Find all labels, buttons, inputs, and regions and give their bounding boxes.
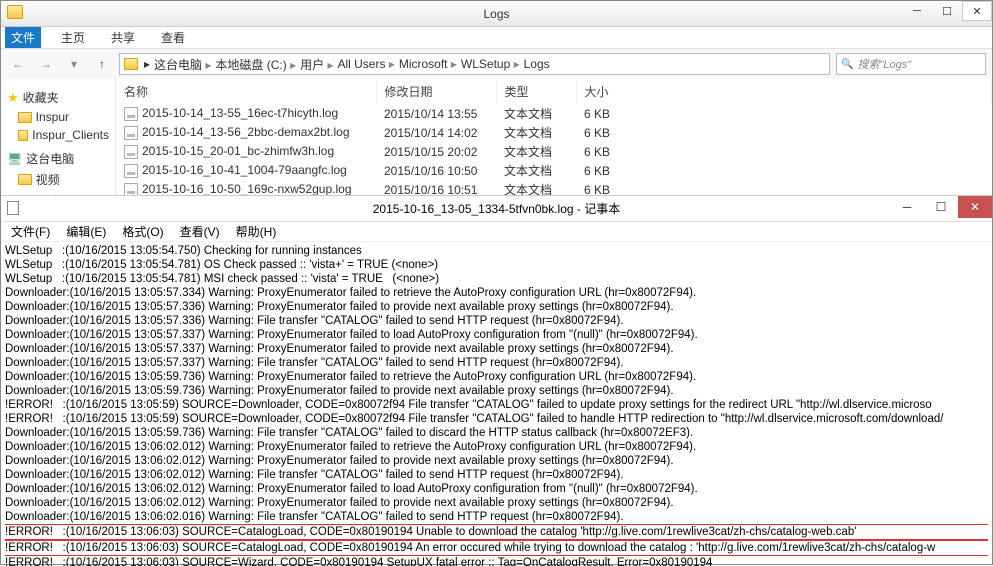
log-line: Downloader:(10/16/2015 13:05:59.736) War…: [5, 384, 988, 398]
log-line: Downloader:(10/16/2015 13:06:02.012) War…: [5, 468, 988, 482]
notepad-title: 2015-10-16_13-05_1334-5tfvn0bk.log - 记事本: [373, 200, 621, 217]
log-line: Downloader:(10/16/2015 13:06:02.012) War…: [5, 496, 988, 510]
explorer-titlebar[interactable]: Logs ─ ☐ ✕: [1, 1, 992, 27]
sidebar-item-videos[interactable]: 视频: [1, 169, 115, 190]
log-line: Downloader:(10/16/2015 13:06:02.012) War…: [5, 454, 988, 468]
text-file-icon: [124, 107, 138, 121]
column-headers[interactable]: 名称 修改日期 类型 大小: [116, 79, 992, 104]
file-row[interactable]: 2015-10-14_13-56_2bbc-demax2bt.log2015/1…: [116, 123, 992, 142]
log-line: Downloader:(10/16/2015 13:05:57.334) War…: [5, 286, 988, 300]
log-line: Downloader:(10/16/2015 13:05:57.336) War…: [5, 300, 988, 314]
folder-icon: [18, 174, 32, 185]
up-button[interactable]: ↑: [91, 53, 113, 75]
menu-help[interactable]: 帮助(H): [232, 222, 281, 241]
col-date[interactable]: 修改日期: [376, 79, 496, 104]
notepad-menu: 文件(F) 编辑(E) 格式(O) 查看(V) 帮助(H): [1, 222, 992, 242]
text-file-icon: [124, 164, 138, 178]
log-line: !ERROR! :(10/16/2015 13:06:03) SOURCE=Ca…: [5, 524, 988, 540]
log-line: Downloader:(10/16/2015 13:05:59.736) War…: [5, 426, 988, 440]
history-button[interactable]: ▾: [63, 53, 85, 75]
notepad-window: 2015-10-16_13-05_1334-5tfvn0bk.log - 记事本…: [1, 196, 992, 566]
menu-file[interactable]: 文件(F): [7, 222, 54, 241]
file-row[interactable]: 2015-10-16_10-50_169c-nxw52gup.log2015/1…: [116, 180, 992, 195]
maximize-button[interactable]: ☐: [924, 196, 958, 218]
menu-edit[interactable]: 编辑(E): [62, 222, 110, 241]
log-line: Downloader:(10/16/2015 13:05:57.337) War…: [5, 328, 988, 342]
tab-view[interactable]: 查看: [155, 27, 191, 48]
text-file-icon: [7, 201, 19, 215]
address-bar-row: ← → ▾ ↑ ▸ 这台电脑 本地磁盘 (C:) 用户 All Users Mi…: [1, 49, 992, 79]
explorer-window: Logs ─ ☐ ✕ 文件 主页 共享 查看 ← → ▾ ↑ ▸ 这台电脑 本地…: [1, 1, 992, 196]
col-name[interactable]: 名称: [116, 79, 376, 104]
close-button[interactable]: ✕: [958, 196, 992, 218]
folder-icon: [18, 112, 32, 123]
sidebar-computer[interactable]: 🖥这台电脑: [1, 148, 115, 169]
window-controls: ─ ☐ ✕: [902, 1, 992, 21]
folder-icon: [7, 5, 23, 19]
log-line: Downloader:(10/16/2015 13:05:57.336) War…: [5, 314, 988, 328]
log-line: WLSetup :(10/16/2015 13:05:54.750) Check…: [5, 244, 988, 258]
col-size[interactable]: 大小: [576, 79, 992, 104]
log-line: WLSetup :(10/16/2015 13:05:54.781) OS Ch…: [5, 258, 988, 272]
back-button[interactable]: ←: [7, 53, 29, 75]
sidebar-item-inspur-clients[interactable]: Inspur_Clients: [1, 126, 115, 144]
close-button[interactable]: ✕: [962, 1, 992, 21]
folder-icon: [18, 130, 29, 141]
text-file-icon: [124, 145, 138, 159]
file-row[interactable]: 2015-10-15_20-01_bc-zhimfw3h.log2015/10/…: [116, 142, 992, 161]
window-title: Logs: [483, 7, 509, 21]
log-line: !ERROR! :(10/16/2015 13:05:59) SOURCE=Do…: [5, 398, 988, 412]
sidebar-item-inspur[interactable]: Inspur: [1, 108, 115, 126]
file-row[interactable]: 2015-10-16_10-41_1004-79aangfc.log2015/1…: [116, 161, 992, 180]
col-type[interactable]: 类型: [496, 79, 576, 104]
search-input[interactable]: 搜索"Logs": [836, 53, 986, 75]
pc-icon: 🖥: [7, 152, 22, 166]
log-line: WLSetup :(10/16/2015 13:05:54.781) MSI c…: [5, 272, 988, 286]
menu-view[interactable]: 查看(V): [176, 222, 224, 241]
notepad-titlebar[interactable]: 2015-10-16_13-05_1334-5tfvn0bk.log - 记事本…: [1, 196, 992, 222]
tab-share[interactable]: 共享: [105, 27, 141, 48]
minimize-button[interactable]: ─: [890, 196, 924, 218]
maximize-button[interactable]: ☐: [932, 1, 962, 21]
log-line: !ERROR! :(10/16/2015 13:05:59) SOURCE=Do…: [5, 412, 988, 426]
text-file-icon: [124, 126, 138, 140]
sidebar: ★收藏夹 Inspur Inspur_Clients 🖥这台电脑 视频 图片 文…: [1, 79, 116, 195]
star-icon: ★: [7, 90, 19, 106]
text-file-icon: [124, 183, 138, 195]
log-line: Downloader:(10/16/2015 13:05:57.337) War…: [5, 356, 988, 370]
log-line: Downloader:(10/16/2015 13:05:59.736) War…: [5, 370, 988, 384]
notepad-content[interactable]: WLSetup :(10/16/2015 13:05:54.750) Check…: [1, 242, 992, 566]
log-line: !ERROR! :(10/16/2015 13:06:03) SOURCE=Ca…: [5, 540, 988, 556]
forward-button[interactable]: →: [35, 53, 57, 75]
sidebar-item-pictures[interactable]: 图片: [1, 190, 115, 195]
file-row[interactable]: 2015-10-14_13-55_16ec-t7hicyth.log2015/1…: [116, 104, 992, 123]
tab-file[interactable]: 文件: [5, 27, 41, 48]
tab-home[interactable]: 主页: [55, 27, 91, 48]
breadcrumb[interactable]: ▸ 这台电脑 本地磁盘 (C:) 用户 All Users Microsoft …: [119, 53, 830, 75]
log-line: Downloader:(10/16/2015 13:05:57.337) War…: [5, 342, 988, 356]
sidebar-favorites[interactable]: ★收藏夹: [1, 87, 115, 108]
file-list: 名称 修改日期 类型 大小 2015-10-14_13-55_16ec-t7hi…: [116, 79, 992, 195]
log-line: Downloader:(10/16/2015 13:06:02.016) War…: [5, 510, 988, 524]
minimize-button[interactable]: ─: [902, 1, 932, 21]
log-line: Downloader:(10/16/2015 13:06:02.012) War…: [5, 482, 988, 496]
window-controls: ─ ☐ ✕: [890, 196, 992, 218]
folder-icon: [124, 58, 138, 70]
log-line: Downloader:(10/16/2015 13:06:02.012) War…: [5, 440, 988, 454]
menu-format[interactable]: 格式(O): [118, 222, 167, 241]
ribbon-tabs: 文件 主页 共享 查看: [1, 27, 992, 49]
